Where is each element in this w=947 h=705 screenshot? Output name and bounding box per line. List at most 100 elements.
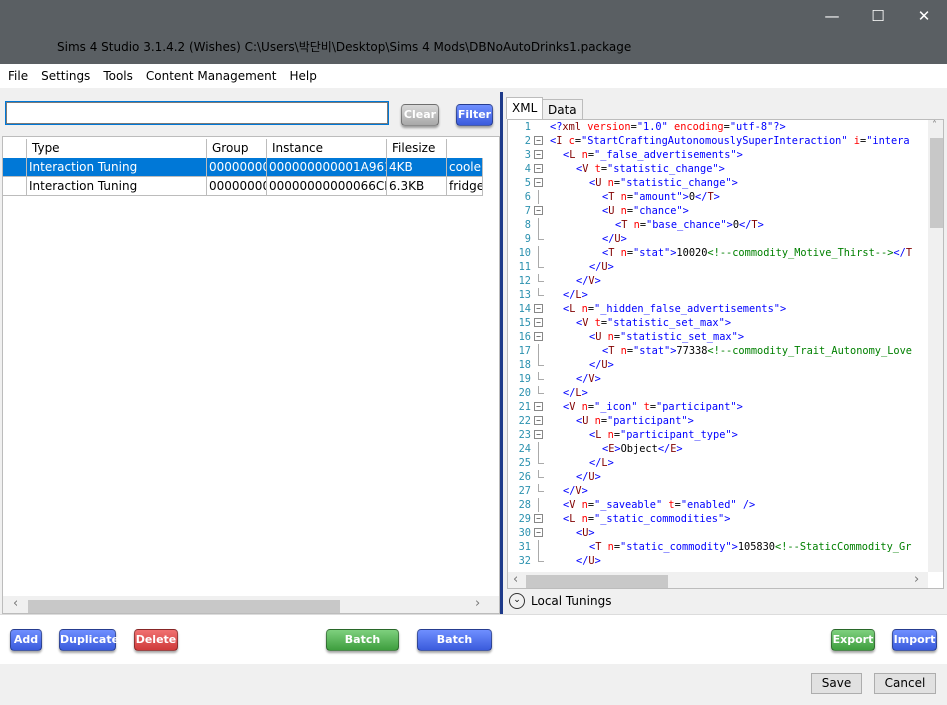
chevron-down-icon[interactable]: ⌄ [509,593,525,609]
xml-code-line[interactable]: 21− <V n="_icon" t="participant"> [508,400,928,414]
xml-code-line[interactable]: 6 <T n="amount">0</T> [508,190,928,204]
xml-code-line[interactable]: 26 </U> [508,470,928,484]
search-input[interactable] [5,101,389,125]
cancel-button[interactable]: Cancel [874,673,936,694]
scrollbar-thumb[interactable] [28,600,340,613]
xml-code-text[interactable]: </L> [563,288,588,302]
xml-code-line[interactable]: 16− <U n="statistic_set_max"> [508,330,928,344]
export-button[interactable]: Export [831,629,875,651]
column-name[interactable] [447,139,487,158]
xml-code-text[interactable]: <U n="chance"> [602,204,689,218]
xml-code-text[interactable]: <V t="statistic_change"> [576,162,725,176]
collapse-icon[interactable]: − [534,332,543,341]
xml-code-line[interactable]: 18 </U> [508,358,928,372]
scrollbar-thumb[interactable] [930,138,943,228]
xml-code-text[interactable]: <V n="_saveable" t="enabled" /> [563,498,755,512]
xml-code-line[interactable]: 12 </V> [508,274,928,288]
scroll-left-icon[interactable]: ‹ [513,572,518,587]
xml-code-text[interactable]: <L n="_static_commodities"> [563,512,730,526]
xml-code-line[interactable]: 31 <T n="static_commodity">105830<!--Stat… [508,540,928,554]
collapse-icon[interactable]: − [534,178,543,187]
xml-code-line[interactable]: 10 <T n="stat">10020<!--commodity_Motive_… [508,246,928,260]
xml-code-text[interactable]: </V> [576,372,601,386]
horizontal-scrollbar[interactable]: ‹ › [508,572,928,588]
collapse-icon[interactable]: − [534,514,543,523]
xml-code-text[interactable]: <U n="statistic_change"> [589,176,738,190]
xml-code-text[interactable]: <T n="stat">10020<!--commodity_Motive_Th… [602,246,912,260]
menu-help[interactable]: Help [284,69,321,83]
scroll-right-icon[interactable]: › [914,572,919,587]
filter-button[interactable]: Filter [456,104,493,126]
xml-code-line[interactable]: 19 </V> [508,372,928,386]
collapse-icon[interactable]: − [534,402,543,411]
xml-code-text[interactable]: </V> [576,274,601,288]
xml-code-line[interactable]: 5− <U n="statistic_change"> [508,176,928,190]
xml-code-text[interactable]: <T n="amount">0</T> [602,190,720,204]
delete-button[interactable]: Delete [134,629,178,651]
xml-code-line[interactable]: 32 </U> [508,554,928,568]
scroll-right-icon[interactable]: › [475,596,480,611]
collapse-icon[interactable]: − [534,164,543,173]
table-row[interactable]: Interaction Tuning 00000000 000000000001… [3,158,483,177]
xml-code-line[interactable]: 28 <V n="_saveable" t="enabled" /> [508,498,928,512]
xml-code-line[interactable]: 20 </L> [508,386,928,400]
menu-settings[interactable]: Settings [36,69,95,83]
column-type[interactable]: Type [27,139,207,158]
xml-code-line[interactable]: 9 </U> [508,232,928,246]
xml-code-text[interactable]: <?xml version="1.0" encoding="utf-8"?> [550,120,786,134]
row-header[interactable] [3,158,27,177]
clear-button[interactable]: Clear [401,104,439,126]
scrollbar-thumb[interactable] [526,575,668,588]
xml-code-text[interactable]: <U n="participant"> [576,414,694,428]
xml-code-text[interactable]: </U> [576,470,601,484]
xml-code-line[interactable]: 27 </V> [508,484,928,498]
xml-code-line[interactable]: 25 </L> [508,456,928,470]
tab-xml[interactable]: XML [506,97,544,119]
column-group[interactable]: Group [207,139,267,158]
close-button[interactable]: ✕ [901,0,947,32]
maximize-button[interactable]: ☐ [855,0,901,32]
xml-code-text[interactable]: </V> [563,484,588,498]
collapse-icon[interactable]: − [534,206,543,215]
collapse-icon[interactable]: − [534,136,543,145]
local-tunings-expander[interactable]: ⌄ Local Tunings [509,592,611,610]
vertical-scrollbar[interactable]: ˄ [928,120,943,572]
menu-content-management[interactable]: Content Management [141,69,282,83]
xml-code-line[interactable]: 7− <U n="chance"> [508,204,928,218]
xml-code-line[interactable]: 14− <L n="_hidden_false_advertisements"> [508,302,928,316]
tab-data[interactable]: Data [542,99,583,119]
xml-code-text[interactable]: <U n="statistic_set_max"> [589,330,744,344]
collapse-icon[interactable]: − [534,318,543,327]
xml-code-text[interactable]: </U> [589,260,614,274]
xml-code-line[interactable]: 4− <V t="statistic_change"> [508,162,928,176]
xml-code-line[interactable]: 17 <T n="stat">77338<!--commodity_Trait_A… [508,344,928,358]
scroll-left-icon[interactable]: ‹ [13,596,18,611]
minimize-button[interactable]: — [809,0,855,32]
xml-code-text[interactable]: <T n="stat">77338<!--commodity_Trait_Aut… [602,344,912,358]
column-filesize[interactable]: Filesize [387,139,447,158]
collapse-icon[interactable]: − [534,416,543,425]
xml-code-text[interactable]: <U> [576,526,595,540]
xml-code-text[interactable]: <V t="statistic_set_max"> [576,316,731,330]
xml-code-line[interactable]: 22− <U n="participant"> [508,414,928,428]
horizontal-scrollbar[interactable]: ‹ › [3,596,499,613]
xml-code-text[interactable]: </L> [563,386,588,400]
menu-file[interactable]: File [3,69,33,83]
xml-code-line[interactable]: 1 <?xml version="1.0" encoding="utf-8"?> [508,120,928,134]
xml-code-text[interactable]: <T n="base_chance">0</T> [615,218,764,232]
import-button[interactable]: Import [892,629,937,651]
xml-code-line[interactable]: 29− <L n="_static_commodities"> [508,512,928,526]
xml-code-line[interactable]: 2− <I c="StartCraftingAutonomouslySuperIn… [508,134,928,148]
xml-code-line[interactable]: 15− <V t="statistic_set_max"> [508,316,928,330]
menu-tools[interactable]: Tools [98,69,138,83]
xml-code-line[interactable]: 3− <L n="_false_advertisements"> [508,148,928,162]
duplicate-button[interactable]: Duplicate [59,629,119,651]
scroll-up-icon[interactable]: ˄ [932,120,937,131]
xml-code-text[interactable]: <T n="static_commodity">105830<!--Static… [589,540,911,554]
table-row[interactable]: Interaction Tuning 00000000 000000000000… [3,177,483,196]
xml-code-line[interactable]: 13 </L> [508,288,928,302]
batch-import-button[interactable]: Batch Import [417,629,492,666]
collapse-icon[interactable]: − [534,528,543,537]
add-button[interactable]: Add [10,629,42,651]
xml-code-text[interactable]: <L n="_hidden_false_advertisements"> [563,302,786,316]
